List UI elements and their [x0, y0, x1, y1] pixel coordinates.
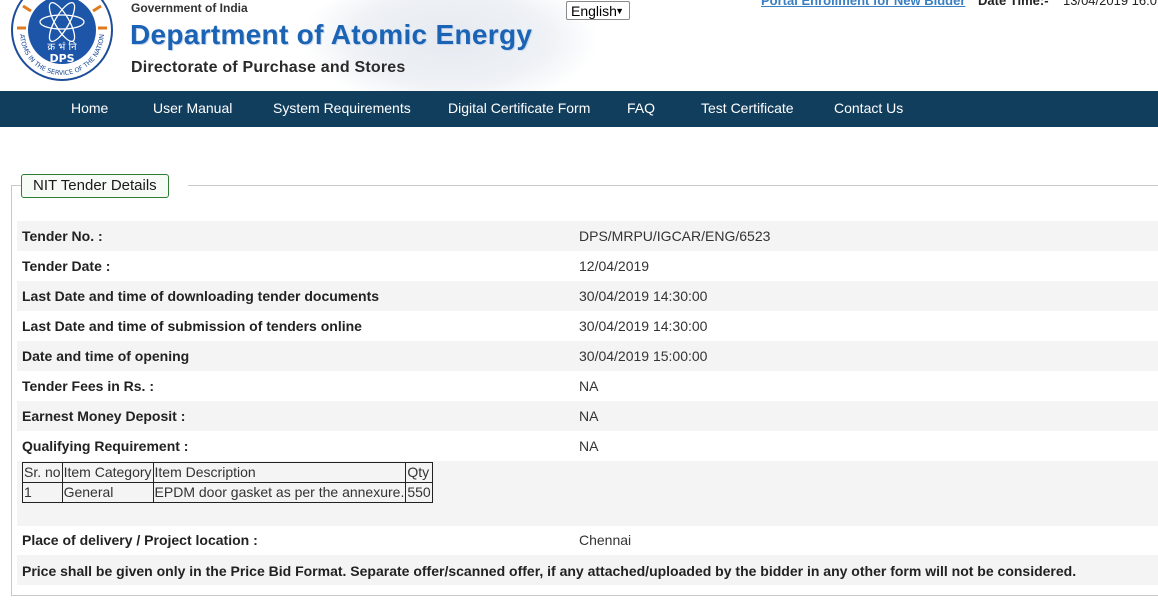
detail-value: DPS/MRPU/IGCAR/ENG/6523	[579, 228, 771, 244]
dropdown-arrow-icon: ▼	[615, 6, 624, 16]
detail-row-download-deadline: Last Date and time of downloading tender…	[17, 281, 1158, 311]
detail-value: NA	[579, 378, 599, 394]
dps-logo[interactable]: क्र भं नि DPS ATOMS IN THE SERVICE OF TH…	[10, 0, 115, 83]
detail-label: Date and time of opening	[22, 348, 190, 364]
detail-value: 30/04/2019 14:30:00	[579, 318, 708, 334]
detail-value: Chennai	[579, 532, 632, 548]
detail-value: NA	[579, 438, 599, 454]
table-header-cell: Sr. no	[22, 462, 63, 483]
panel-border-top	[188, 185, 1158, 186]
table-header-cell: Item Category	[61, 462, 154, 483]
detail-label: Tender Date :	[22, 258, 111, 274]
table-header-cell: Item Description	[152, 462, 407, 483]
main-nav: Home User Manual System Requirements Dig…	[0, 91, 1158, 127]
table-header-row: Sr. no Item Category Item Description Qt…	[22, 462, 433, 483]
table-cell: 550	[405, 482, 433, 503]
nav-test-certificate[interactable]: Test Certificate	[701, 91, 794, 127]
table-cell: EPDM door gasket as per the annexure.	[152, 482, 407, 503]
detail-row-tender-no: Tender No. : DPS/MRPU/IGCAR/ENG/6523	[17, 221, 1158, 251]
section-title: NIT Tender Details	[21, 174, 169, 198]
directorate-subtitle: Directorate of Purchase and Stores	[131, 59, 406, 76]
detail-label: Earnest Money Deposit :	[22, 408, 186, 424]
nav-home[interactable]: Home	[71, 91, 108, 127]
government-label: Government of India	[131, 1, 248, 15]
datetime-value: 13/04/2019 16:0	[1063, 0, 1157, 8]
price-bid-note: Price shall be given only in the Price B…	[22, 563, 1077, 579]
detail-label: Place of delivery / Project location :	[22, 532, 258, 548]
nav-contact-us[interactable]: Contact Us	[834, 91, 903, 127]
detail-row-tender-fees: Tender Fees in Rs. : NA	[17, 371, 1158, 401]
nav-digital-certificate-form[interactable]: Digital Certificate Form	[448, 91, 590, 127]
site-header: क्र भं नि DPS ATOMS IN THE SERVICE OF TH…	[0, 0, 1158, 91]
table-cell: General	[61, 482, 154, 503]
logo-dps-text: DPS	[49, 52, 74, 65]
language-select[interactable]: English ▼	[566, 1, 630, 20]
panel-border-left	[11, 185, 21, 186]
detail-row-delivery-location: Place of delivery / Project location : C…	[17, 525, 1158, 555]
nav-system-requirements[interactable]: System Requirements	[273, 91, 411, 127]
detail-value: 30/04/2019 15:00:00	[579, 348, 708, 364]
table-cell: 1	[22, 482, 63, 503]
detail-label: Last Date and time of submission of tend…	[22, 318, 362, 334]
language-value: English	[571, 3, 617, 19]
detail-value: 12/04/2019	[579, 258, 650, 274]
detail-row-opening-date: Date and time of opening 30/04/2019 15:0…	[17, 341, 1158, 371]
detail-row-tender-date: Tender Date : 12/04/2019	[17, 251, 1158, 281]
detail-row-submission-deadline: Last Date and time of submission of tend…	[17, 311, 1158, 341]
nav-faq[interactable]: FAQ	[627, 91, 655, 127]
detail-label: Qualifying Requirement :	[22, 438, 189, 454]
items-table: Sr. no Item Category Item Description Qt…	[22, 462, 433, 503]
table-header-cell: Qty	[405, 462, 433, 483]
detail-value: NA	[579, 408, 599, 424]
datetime-label: Date Time:-	[978, 0, 1049, 8]
department-title: Department of Atomic Energy	[130, 19, 533, 50]
detail-label: Tender Fees in Rs. :	[22, 378, 154, 394]
table-row: 1 General EPDM door gasket as per the an…	[22, 482, 433, 503]
detail-label: Last Date and time of downloading tender…	[22, 288, 380, 304]
portal-enrollment-link[interactable]: Portal Enrollment for New Bidder	[761, 0, 965, 8]
detail-value: 30/04/2019 14:30:00	[579, 288, 708, 304]
detail-label: Tender No. :	[22, 228, 103, 244]
detail-row-qualifying-requirement: Qualifying Requirement : NA	[17, 431, 1158, 461]
nav-user-manual[interactable]: User Manual	[153, 91, 232, 127]
detail-row-emd: Earnest Money Deposit : NA	[17, 401, 1158, 431]
